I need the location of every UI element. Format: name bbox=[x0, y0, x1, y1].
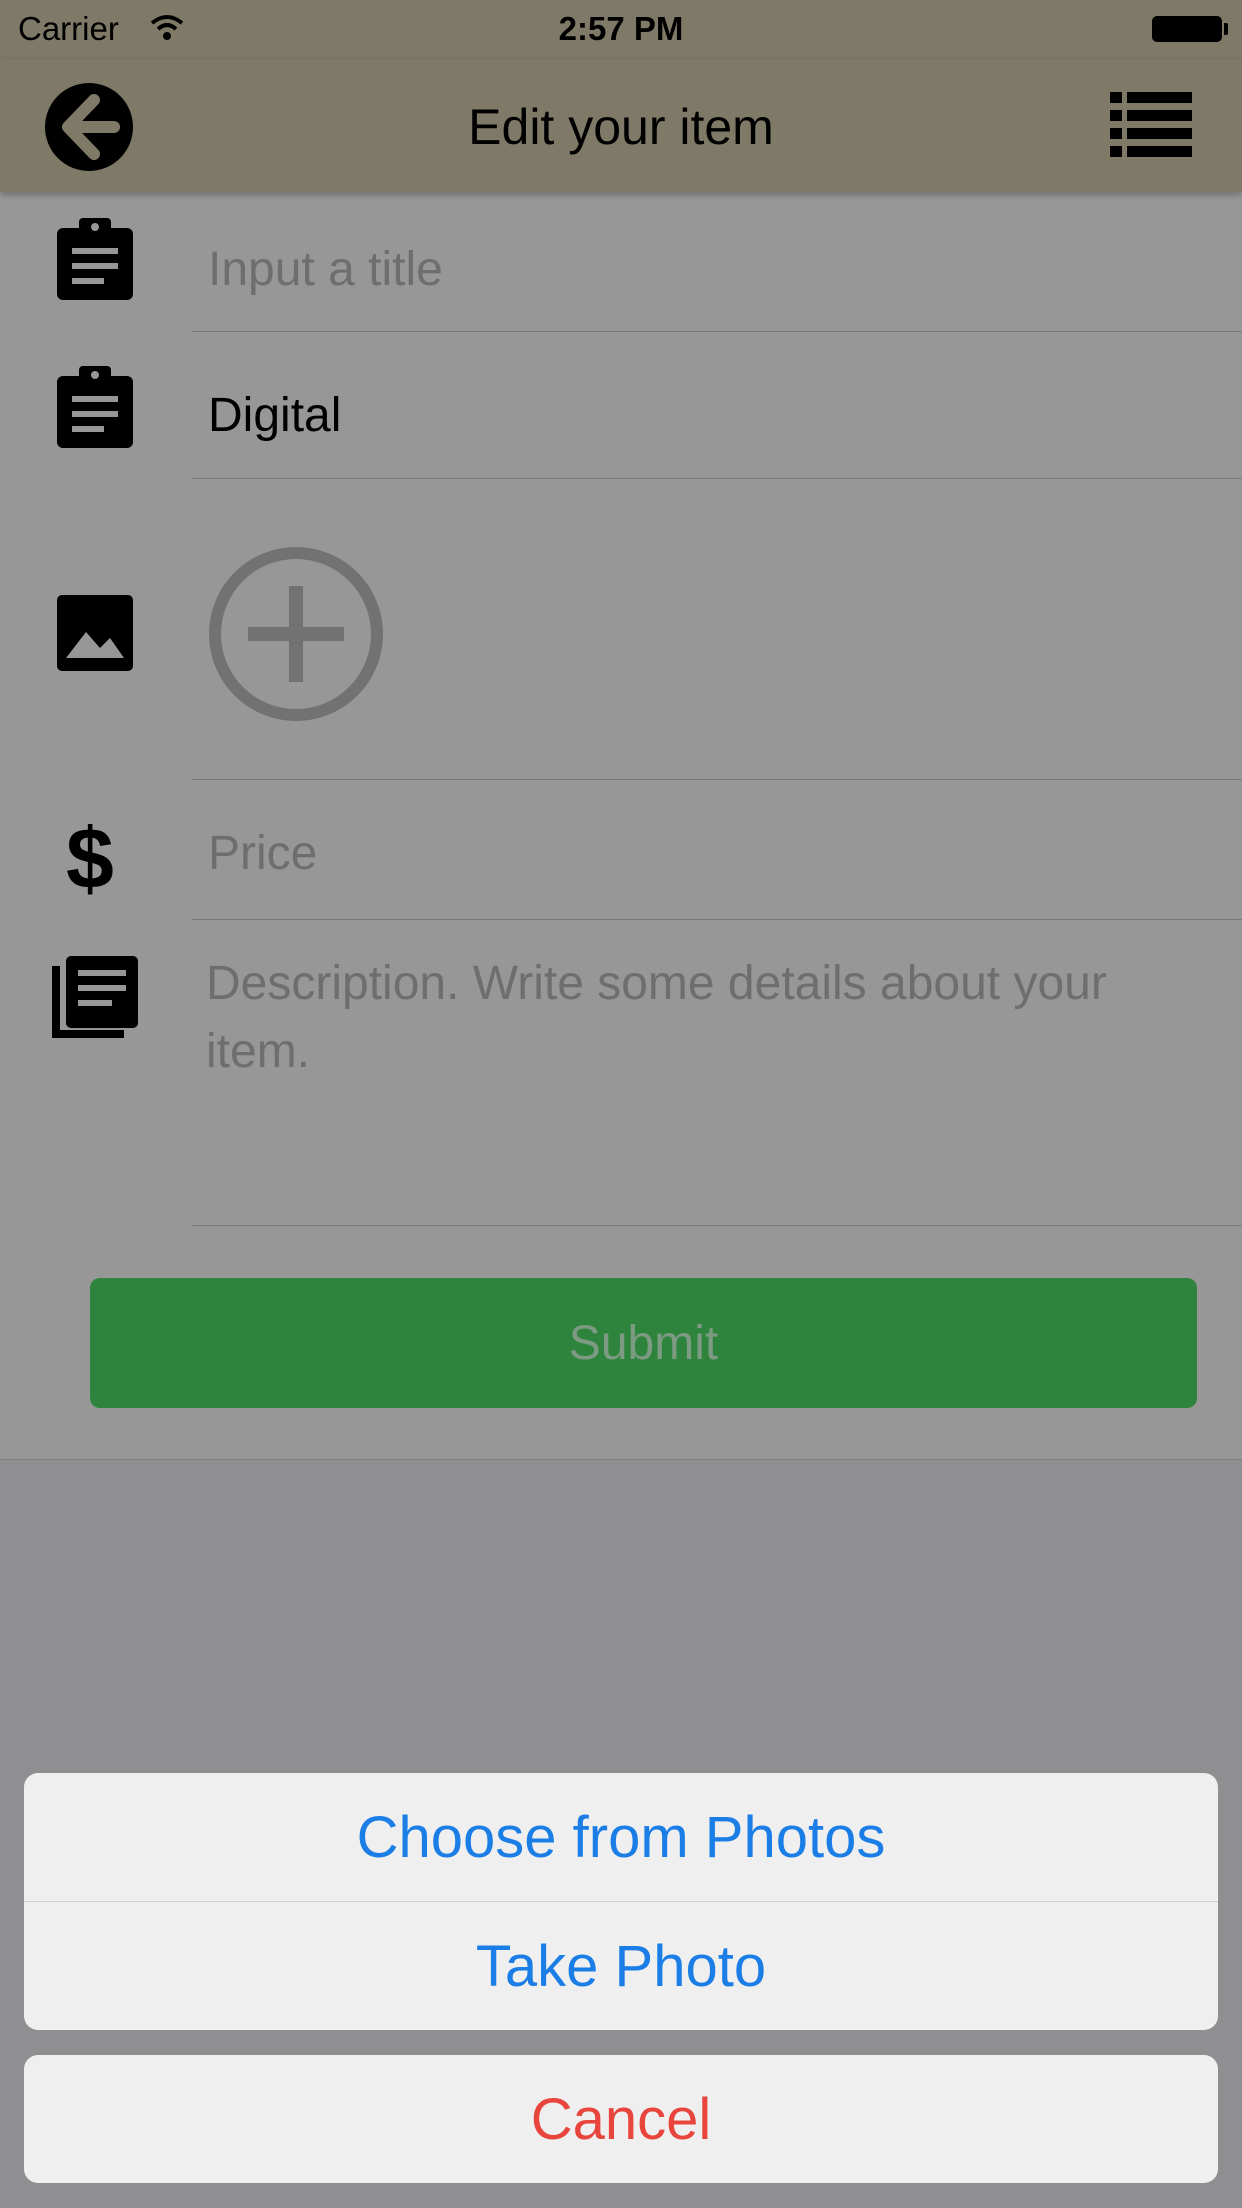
clipboard-icon bbox=[52, 364, 138, 450]
divider bbox=[192, 919, 1242, 920]
clipboard-icon bbox=[52, 216, 138, 302]
price-input[interactable]: Price bbox=[208, 826, 317, 881]
navigation-bar: Edit your item bbox=[0, 60, 1242, 192]
battery-nub bbox=[1224, 23, 1228, 35]
page-title: Edit your item bbox=[468, 99, 774, 155]
choose-from-photos-button[interactable]: Choose from Photos bbox=[24, 1773, 1218, 1901]
clock: 2:57 PM bbox=[558, 10, 684, 47]
description-icon bbox=[52, 954, 138, 1040]
cancel-button[interactable]: Cancel bbox=[24, 2055, 1218, 2183]
take-photo-button[interactable]: Take Photo bbox=[24, 1902, 1218, 2030]
submit-button[interactable]: Submit bbox=[90, 1278, 1197, 1408]
edit-item-form: Input a title Digital $ Price Descriptio… bbox=[0, 192, 1242, 1460]
status-bar: Carrier 2:57 PM bbox=[0, 0, 1242, 60]
action-sheet-cancel: Cancel bbox=[24, 2055, 1218, 2183]
title-input[interactable]: Input a title bbox=[208, 242, 443, 297]
list-button[interactable] bbox=[1110, 90, 1192, 160]
divider bbox=[192, 331, 1242, 332]
category-input[interactable]: Digital bbox=[208, 388, 341, 443]
image-icon bbox=[52, 592, 138, 678]
add-photo-button[interactable] bbox=[206, 544, 386, 724]
dollar-icon: $ bbox=[56, 811, 142, 907]
action-sheet-options: Choose from Photos Take Photo bbox=[24, 1773, 1218, 2030]
divider bbox=[192, 1225, 1242, 1226]
battery-icon bbox=[1152, 16, 1222, 42]
plus-circle-icon bbox=[209, 547, 383, 721]
form-bottom-border bbox=[0, 1459, 1242, 1460]
description-textarea[interactable]: Description. Write some details about yo… bbox=[206, 950, 1196, 1086]
svg-text:$: $ bbox=[66, 812, 114, 898]
divider bbox=[192, 779, 1242, 780]
list-icon bbox=[1110, 92, 1192, 157]
divider bbox=[192, 478, 1242, 479]
